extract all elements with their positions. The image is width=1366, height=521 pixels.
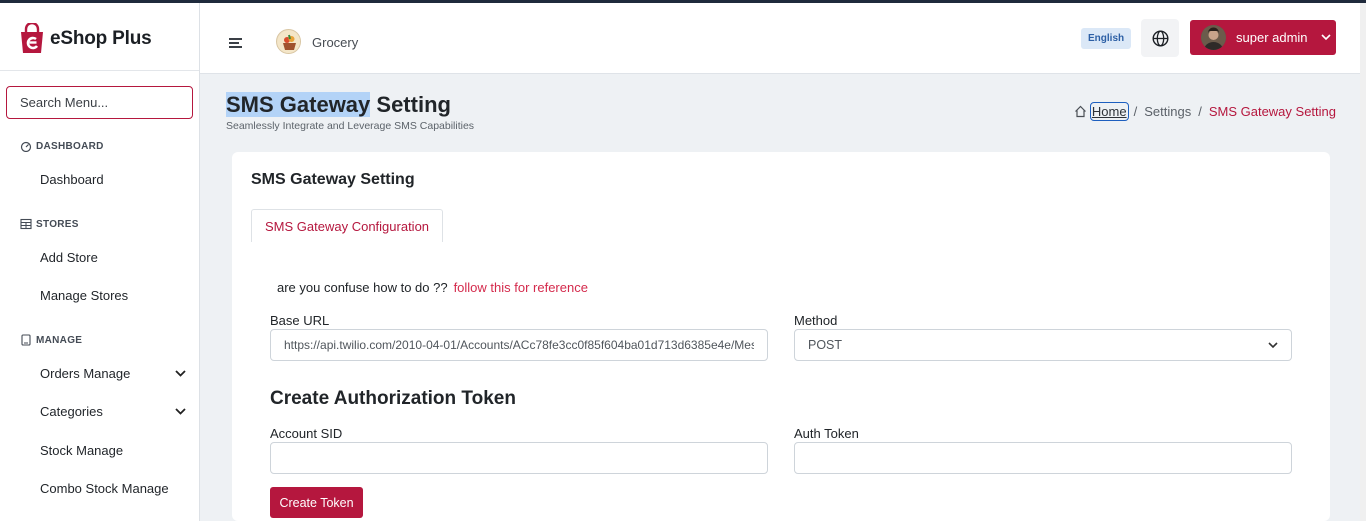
chevron-down-icon (1320, 34, 1331, 41)
page-title: SMS Gateway Setting (226, 92, 451, 118)
sidebar-item-label: Categories (40, 404, 103, 419)
menu-toggle-icon[interactable] (229, 38, 243, 49)
account-sid-label: Account SID (270, 426, 343, 441)
sidebar-item-label: Manage Stores (40, 288, 129, 303)
chevron-down-icon (175, 408, 186, 415)
top-header: Grocery English super admin (200, 3, 1366, 74)
section-dashboard-label: DASHBOARD (36, 140, 104, 152)
sidebar-item-add-store[interactable]: Add Store (40, 250, 186, 265)
store-icon (20, 218, 32, 230)
section-dashboard: DASHBOARD (20, 140, 104, 152)
language-badge[interactable]: English (1081, 28, 1132, 49)
sidebar-item-manage-stores[interactable]: Manage Stores (40, 288, 186, 303)
store-name[interactable]: Grocery (312, 35, 358, 50)
auth-token-label: Auth Token (794, 426, 859, 441)
sidebar-item-label: Stock Manage (40, 443, 124, 458)
globe-icon (1151, 29, 1169, 47)
brand-logo[interactable]: eShop Plus (18, 23, 152, 55)
method-select[interactable]: POST (794, 329, 1292, 361)
language-button[interactable] (1141, 19, 1179, 57)
method-label: Method (794, 313, 838, 328)
card-title: SMS Gateway Setting (251, 171, 415, 188)
breadcrumb-current: SMS Gateway Setting (1208, 104, 1336, 119)
sidebar: eShop Plus DASHBOARD Dashboard STORES Ad… (0, 3, 200, 521)
chevron-down-icon (175, 370, 186, 377)
create-token-button[interactable]: Create Token (270, 487, 363, 518)
home-icon[interactable] (1074, 105, 1087, 118)
sidebar-item-stock-manage[interactable]: Stock Manage (40, 443, 186, 458)
store-avatar[interactable] (276, 29, 301, 54)
sidebar-item-label: Add Store (40, 250, 98, 265)
page-scrollbar[interactable] (1360, 3, 1366, 521)
user-menu-button[interactable]: super admin (1190, 20, 1336, 55)
logo-divider (0, 70, 199, 71)
dashboard-icon (20, 141, 32, 152)
sidebar-search-input[interactable] (6, 86, 193, 119)
sidebar-item-categories[interactable]: Categories (40, 404, 186, 419)
reference-prompt: are you confuse how to do ?? follow this … (277, 280, 588, 295)
breadcrumb-settings-link[interactable]: Settings (1144, 104, 1191, 119)
auth-token-heading: Create Authorization Token (270, 388, 516, 409)
shopping-bag-logo-icon (21, 23, 43, 53)
method-selected-value: POST (808, 338, 843, 352)
breadcrumb: Home / Settings / SMS Gateway Setting (1074, 102, 1336, 121)
account-sid-input[interactable] (270, 442, 768, 474)
sidebar-item-orders-manage[interactable]: Orders Manage (40, 366, 186, 381)
reference-text: are you confuse how to do ?? (277, 280, 448, 295)
tab-sms-gateway-configuration[interactable]: SMS Gateway Configuration (251, 209, 444, 242)
chevron-down-icon (1268, 341, 1278, 348)
user-name: super admin (1236, 30, 1308, 45)
tablet-icon (21, 334, 31, 346)
sidebar-item-label: Combo Stock Manage (40, 481, 169, 496)
settings-card: SMS Gateway Setting SMS Gateway Configur… (232, 152, 1330, 521)
page-title-rest: Setting (370, 92, 451, 117)
section-stores: STORES (20, 218, 79, 230)
sidebar-item-label: Dashboard (40, 172, 104, 187)
section-stores-label: STORES (36, 218, 79, 230)
base-url-label: Base URL (270, 313, 330, 328)
breadcrumb-home-link[interactable]: Home (1089, 102, 1129, 121)
section-manage: MANAGE (20, 334, 82, 346)
page-subtitle: Seamlessly Integrate and Leverage SMS Ca… (226, 120, 475, 132)
reference-link[interactable]: follow this for reference (454, 280, 588, 295)
auth-token-input[interactable] (794, 442, 1292, 474)
sidebar-item-label: Orders Manage (40, 366, 131, 381)
section-manage-label: MANAGE (36, 334, 83, 346)
sidebar-item-combo-stock-manage[interactable]: Combo Stock Manage (40, 481, 186, 496)
breadcrumb-separator: / (1198, 104, 1202, 119)
base-url-input[interactable] (270, 329, 768, 361)
sidebar-item-dashboard[interactable]: Dashboard (40, 172, 186, 187)
breadcrumb-separator: / (1133, 104, 1138, 119)
avatar (1201, 25, 1226, 50)
brand-name: eShop Plus (50, 28, 152, 49)
grocery-basket-icon (277, 30, 300, 53)
page-title-selected-text: SMS Gateway (226, 92, 371, 117)
